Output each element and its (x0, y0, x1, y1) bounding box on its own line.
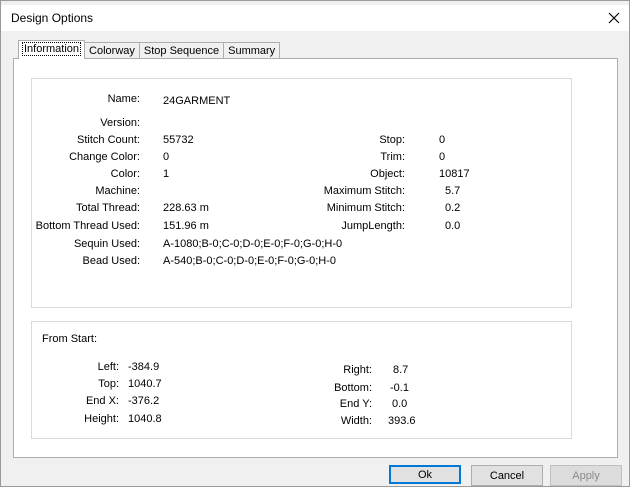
information-panel: Name: 24GARMENT Version: Stitch Count: 5… (13, 58, 618, 458)
bottom-thread-label: Bottom Thread Used: (35, 220, 140, 232)
bead-used-label: Bead Used: (82, 255, 140, 267)
name-value: 24GARMENT (163, 95, 231, 107)
maximum-stitch-label: Maximum Stitch: (323, 185, 405, 197)
trim-label: Trim: (380, 151, 405, 163)
from-start-heading: From Start: (42, 333, 98, 345)
right-value: 8.7 (393, 364, 409, 376)
close-button[interactable] (599, 5, 629, 31)
trim-value: 0 (439, 151, 446, 163)
change-color-label: Change Color: (69, 151, 140, 163)
bottom-thread-value: 151.96 m (163, 220, 209, 232)
stitch-count-label: Stitch Count: (77, 134, 140, 146)
version-label: Version: (100, 117, 140, 129)
stop-value: 0 (439, 134, 446, 146)
left-value: -384.9 (128, 361, 160, 373)
tab-strip: Information Colorway Stop Sequence Summa… (18, 40, 281, 59)
total-thread-label: Total Thread: (75, 202, 140, 214)
from-start-group: From Start: Left: -384.9 Top: 1040.7 End… (31, 321, 572, 439)
bead-used-value: A-540;B-0;C-0;D-0;E-0;F-0;G-0;H-0 (163, 255, 336, 267)
bottom-value: -0.1 (390, 382, 409, 394)
end-y-value: 0.0 (392, 398, 408, 410)
right-label: Right: (343, 364, 372, 376)
tab-summary[interactable]: Summary (223, 42, 281, 59)
minimum-stitch-value: 0.2 (445, 202, 461, 214)
cancel-button[interactable]: Cancel (471, 465, 543, 486)
stop-label: Stop: (379, 134, 405, 146)
design-info-group: Name: 24GARMENT Version: Stitch Count: 5… (31, 78, 572, 308)
machine-label: Machine: (95, 185, 140, 197)
width-value: 393.6 (388, 415, 416, 427)
tab-stop-sequence[interactable]: Stop Sequence (138, 42, 225, 59)
tab-colorway[interactable]: Colorway (84, 42, 140, 59)
end-x-label: End X: (85, 395, 119, 407)
sequin-used-label: Sequin Used: (73, 238, 140, 250)
apply-button: Apply (550, 465, 622, 486)
tab-information[interactable]: Information (18, 40, 86, 59)
bottom-label: Bottom: (334, 382, 372, 394)
end-y-label: End Y: (339, 398, 372, 410)
jump-length-label: JumpLength: (341, 220, 405, 232)
total-thread-value: 228.63 m (163, 202, 209, 214)
jump-length-value: 0.0 (445, 220, 461, 232)
close-icon (608, 12, 620, 24)
sequin-used-value: A-1080;B-0;C-0;D-0;E-0;F-0;G-0;H-0 (163, 238, 343, 250)
top-value: 1040.7 (128, 378, 162, 390)
name-label: Name: (107, 93, 140, 105)
maximum-stitch-value: 5.7 (445, 185, 461, 197)
width-label: Width: (340, 415, 372, 427)
window-title: Design Options (11, 11, 94, 25)
object-label: Object: (370, 168, 405, 180)
design-options-dialog: Design Options Information Colorway Stop… (0, 0, 630, 487)
color-value: 1 (163, 168, 170, 180)
color-label: Color: (110, 168, 140, 180)
stitch-count-value: 55732 (163, 134, 194, 146)
height-value: 1040.8 (128, 413, 162, 425)
title-bar: Design Options (1, 5, 629, 31)
change-color-value: 0 (163, 151, 170, 163)
end-x-value: -376.2 (128, 395, 160, 407)
left-label: Left: (97, 361, 119, 373)
ok-button[interactable]: Ok (389, 465, 461, 484)
top-label: Top: (98, 378, 119, 390)
minimum-stitch-label: Minimum Stitch: (326, 202, 405, 214)
object-value: 10817 (439, 168, 470, 180)
height-label: Height: (84, 413, 119, 425)
